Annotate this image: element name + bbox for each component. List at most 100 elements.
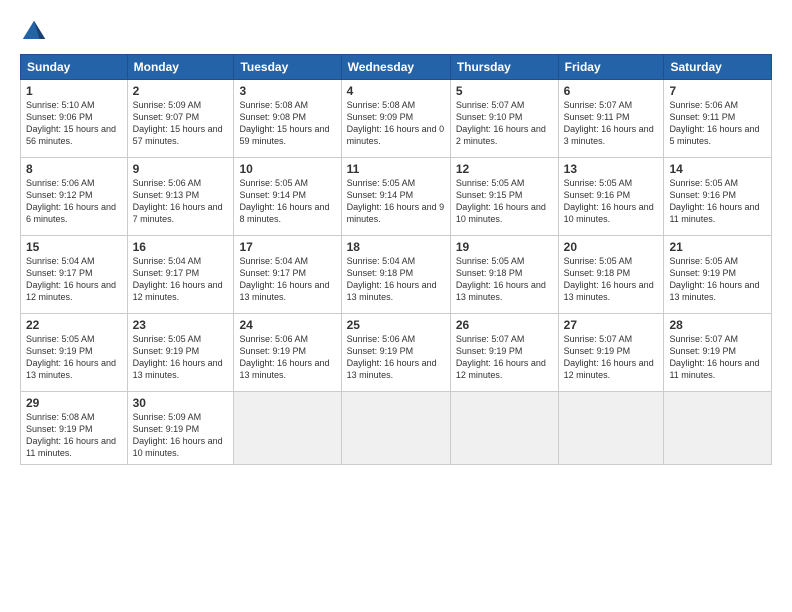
week-row-1: 8 Sunrise: 5:06 AMSunset: 9:12 PMDayligh… <box>21 158 772 236</box>
calendar-cell: 20 Sunrise: 5:05 AMSunset: 9:18 PMDaylig… <box>558 236 664 314</box>
day-number: 27 <box>564 318 659 332</box>
week-row-3: 22 Sunrise: 5:05 AMSunset: 9:19 PMDaylig… <box>21 314 772 392</box>
calendar-cell: 11 Sunrise: 5:05 AMSunset: 9:14 PMDaylig… <box>341 158 450 236</box>
day-info: Sunrise: 5:07 AMSunset: 9:19 PMDaylight:… <box>564 334 654 380</box>
day-number: 19 <box>456 240 553 254</box>
calendar-cell: 22 Sunrise: 5:05 AMSunset: 9:19 PMDaylig… <box>21 314 128 392</box>
day-number: 9 <box>133 162 229 176</box>
calendar-cell: 2 Sunrise: 5:09 AMSunset: 9:07 PMDayligh… <box>127 80 234 158</box>
calendar-cell: 5 Sunrise: 5:07 AMSunset: 9:10 PMDayligh… <box>450 80 558 158</box>
day-number: 4 <box>347 84 445 98</box>
day-number: 7 <box>669 84 766 98</box>
calendar-cell: 18 Sunrise: 5:04 AMSunset: 9:18 PMDaylig… <box>341 236 450 314</box>
header <box>20 18 772 46</box>
day-number: 17 <box>239 240 335 254</box>
calendar-cell: 19 Sunrise: 5:05 AMSunset: 9:18 PMDaylig… <box>450 236 558 314</box>
day-number: 26 <box>456 318 553 332</box>
calendar-cell: 26 Sunrise: 5:07 AMSunset: 9:19 PMDaylig… <box>450 314 558 392</box>
week-row-4: 29 Sunrise: 5:08 AMSunset: 9:19 PMDaylig… <box>21 392 772 465</box>
calendar: SundayMondayTuesdayWednesdayThursdayFrid… <box>20 54 772 465</box>
day-info: Sunrise: 5:04 AMSunset: 9:17 PMDaylight:… <box>239 256 329 302</box>
col-header-monday: Monday <box>127 55 234 80</box>
calendar-cell: 16 Sunrise: 5:04 AMSunset: 9:17 PMDaylig… <box>127 236 234 314</box>
calendar-cell: 1 Sunrise: 5:10 AMSunset: 9:06 PMDayligh… <box>21 80 128 158</box>
day-info: Sunrise: 5:09 AMSunset: 9:19 PMDaylight:… <box>133 412 223 458</box>
col-header-sunday: Sunday <box>21 55 128 80</box>
week-row-2: 15 Sunrise: 5:04 AMSunset: 9:17 PMDaylig… <box>21 236 772 314</box>
calendar-cell: 30 Sunrise: 5:09 AMSunset: 9:19 PMDaylig… <box>127 392 234 465</box>
calendar-cell <box>234 392 341 465</box>
day-number: 23 <box>133 318 229 332</box>
calendar-cell: 17 Sunrise: 5:04 AMSunset: 9:17 PMDaylig… <box>234 236 341 314</box>
day-info: Sunrise: 5:06 AMSunset: 9:13 PMDaylight:… <box>133 178 223 224</box>
calendar-cell: 13 Sunrise: 5:05 AMSunset: 9:16 PMDaylig… <box>558 158 664 236</box>
calendar-cell <box>558 392 664 465</box>
day-info: Sunrise: 5:06 AMSunset: 9:19 PMDaylight:… <box>347 334 437 380</box>
day-info: Sunrise: 5:05 AMSunset: 9:16 PMDaylight:… <box>564 178 654 224</box>
calendar-cell: 9 Sunrise: 5:06 AMSunset: 9:13 PMDayligh… <box>127 158 234 236</box>
page: SundayMondayTuesdayWednesdayThursdayFrid… <box>0 0 792 612</box>
day-number: 21 <box>669 240 766 254</box>
calendar-cell: 28 Sunrise: 5:07 AMSunset: 9:19 PMDaylig… <box>664 314 772 392</box>
day-number: 8 <box>26 162 122 176</box>
logo-icon <box>20 18 48 46</box>
calendar-cell <box>341 392 450 465</box>
day-number: 10 <box>239 162 335 176</box>
calendar-cell: 27 Sunrise: 5:07 AMSunset: 9:19 PMDaylig… <box>558 314 664 392</box>
day-info: Sunrise: 5:10 AMSunset: 9:06 PMDaylight:… <box>26 100 116 146</box>
calendar-cell: 25 Sunrise: 5:06 AMSunset: 9:19 PMDaylig… <box>341 314 450 392</box>
day-number: 29 <box>26 396 122 410</box>
calendar-header-row: SundayMondayTuesdayWednesdayThursdayFrid… <box>21 55 772 80</box>
calendar-cell: 15 Sunrise: 5:04 AMSunset: 9:17 PMDaylig… <box>21 236 128 314</box>
day-number: 18 <box>347 240 445 254</box>
calendar-cell <box>664 392 772 465</box>
day-number: 1 <box>26 84 122 98</box>
day-info: Sunrise: 5:04 AMSunset: 9:18 PMDaylight:… <box>347 256 437 302</box>
day-info: Sunrise: 5:04 AMSunset: 9:17 PMDaylight:… <box>133 256 223 302</box>
day-info: Sunrise: 5:07 AMSunset: 9:11 PMDaylight:… <box>564 100 654 146</box>
day-info: Sunrise: 5:07 AMSunset: 9:19 PMDaylight:… <box>456 334 546 380</box>
day-info: Sunrise: 5:06 AMSunset: 9:11 PMDaylight:… <box>669 100 759 146</box>
col-header-wednesday: Wednesday <box>341 55 450 80</box>
day-number: 24 <box>239 318 335 332</box>
day-info: Sunrise: 5:05 AMSunset: 9:15 PMDaylight:… <box>456 178 546 224</box>
calendar-cell: 24 Sunrise: 5:06 AMSunset: 9:19 PMDaylig… <box>234 314 341 392</box>
col-header-thursday: Thursday <box>450 55 558 80</box>
day-info: Sunrise: 5:07 AMSunset: 9:10 PMDaylight:… <box>456 100 546 146</box>
day-info: Sunrise: 5:05 AMSunset: 9:19 PMDaylight:… <box>133 334 223 380</box>
day-info: Sunrise: 5:08 AMSunset: 9:19 PMDaylight:… <box>26 412 116 458</box>
day-number: 15 <box>26 240 122 254</box>
week-row-0: 1 Sunrise: 5:10 AMSunset: 9:06 PMDayligh… <box>21 80 772 158</box>
calendar-cell: 7 Sunrise: 5:06 AMSunset: 9:11 PMDayligh… <box>664 80 772 158</box>
calendar-cell <box>450 392 558 465</box>
day-number: 25 <box>347 318 445 332</box>
day-info: Sunrise: 5:08 AMSunset: 9:09 PMDaylight:… <box>347 100 445 146</box>
day-info: Sunrise: 5:07 AMSunset: 9:19 PMDaylight:… <box>669 334 759 380</box>
day-number: 14 <box>669 162 766 176</box>
day-info: Sunrise: 5:05 AMSunset: 9:18 PMDaylight:… <box>564 256 654 302</box>
calendar-cell: 3 Sunrise: 5:08 AMSunset: 9:08 PMDayligh… <box>234 80 341 158</box>
day-info: Sunrise: 5:04 AMSunset: 9:17 PMDaylight:… <box>26 256 116 302</box>
calendar-cell: 12 Sunrise: 5:05 AMSunset: 9:15 PMDaylig… <box>450 158 558 236</box>
col-header-tuesday: Tuesday <box>234 55 341 80</box>
day-number: 2 <box>133 84 229 98</box>
day-info: Sunrise: 5:06 AMSunset: 9:12 PMDaylight:… <box>26 178 116 224</box>
col-header-saturday: Saturday <box>664 55 772 80</box>
calendar-cell: 10 Sunrise: 5:05 AMSunset: 9:14 PMDaylig… <box>234 158 341 236</box>
day-number: 5 <box>456 84 553 98</box>
day-number: 28 <box>669 318 766 332</box>
calendar-cell: 21 Sunrise: 5:05 AMSunset: 9:19 PMDaylig… <box>664 236 772 314</box>
day-info: Sunrise: 5:05 AMSunset: 9:19 PMDaylight:… <box>26 334 116 380</box>
day-number: 12 <box>456 162 553 176</box>
logo <box>20 18 52 46</box>
day-info: Sunrise: 5:08 AMSunset: 9:08 PMDaylight:… <box>239 100 329 146</box>
day-info: Sunrise: 5:05 AMSunset: 9:14 PMDaylight:… <box>347 178 445 224</box>
day-info: Sunrise: 5:05 AMSunset: 9:16 PMDaylight:… <box>669 178 759 224</box>
calendar-cell: 23 Sunrise: 5:05 AMSunset: 9:19 PMDaylig… <box>127 314 234 392</box>
day-number: 30 <box>133 396 229 410</box>
day-info: Sunrise: 5:05 AMSunset: 9:19 PMDaylight:… <box>669 256 759 302</box>
day-number: 11 <box>347 162 445 176</box>
day-number: 22 <box>26 318 122 332</box>
day-number: 20 <box>564 240 659 254</box>
day-info: Sunrise: 5:06 AMSunset: 9:19 PMDaylight:… <box>239 334 329 380</box>
